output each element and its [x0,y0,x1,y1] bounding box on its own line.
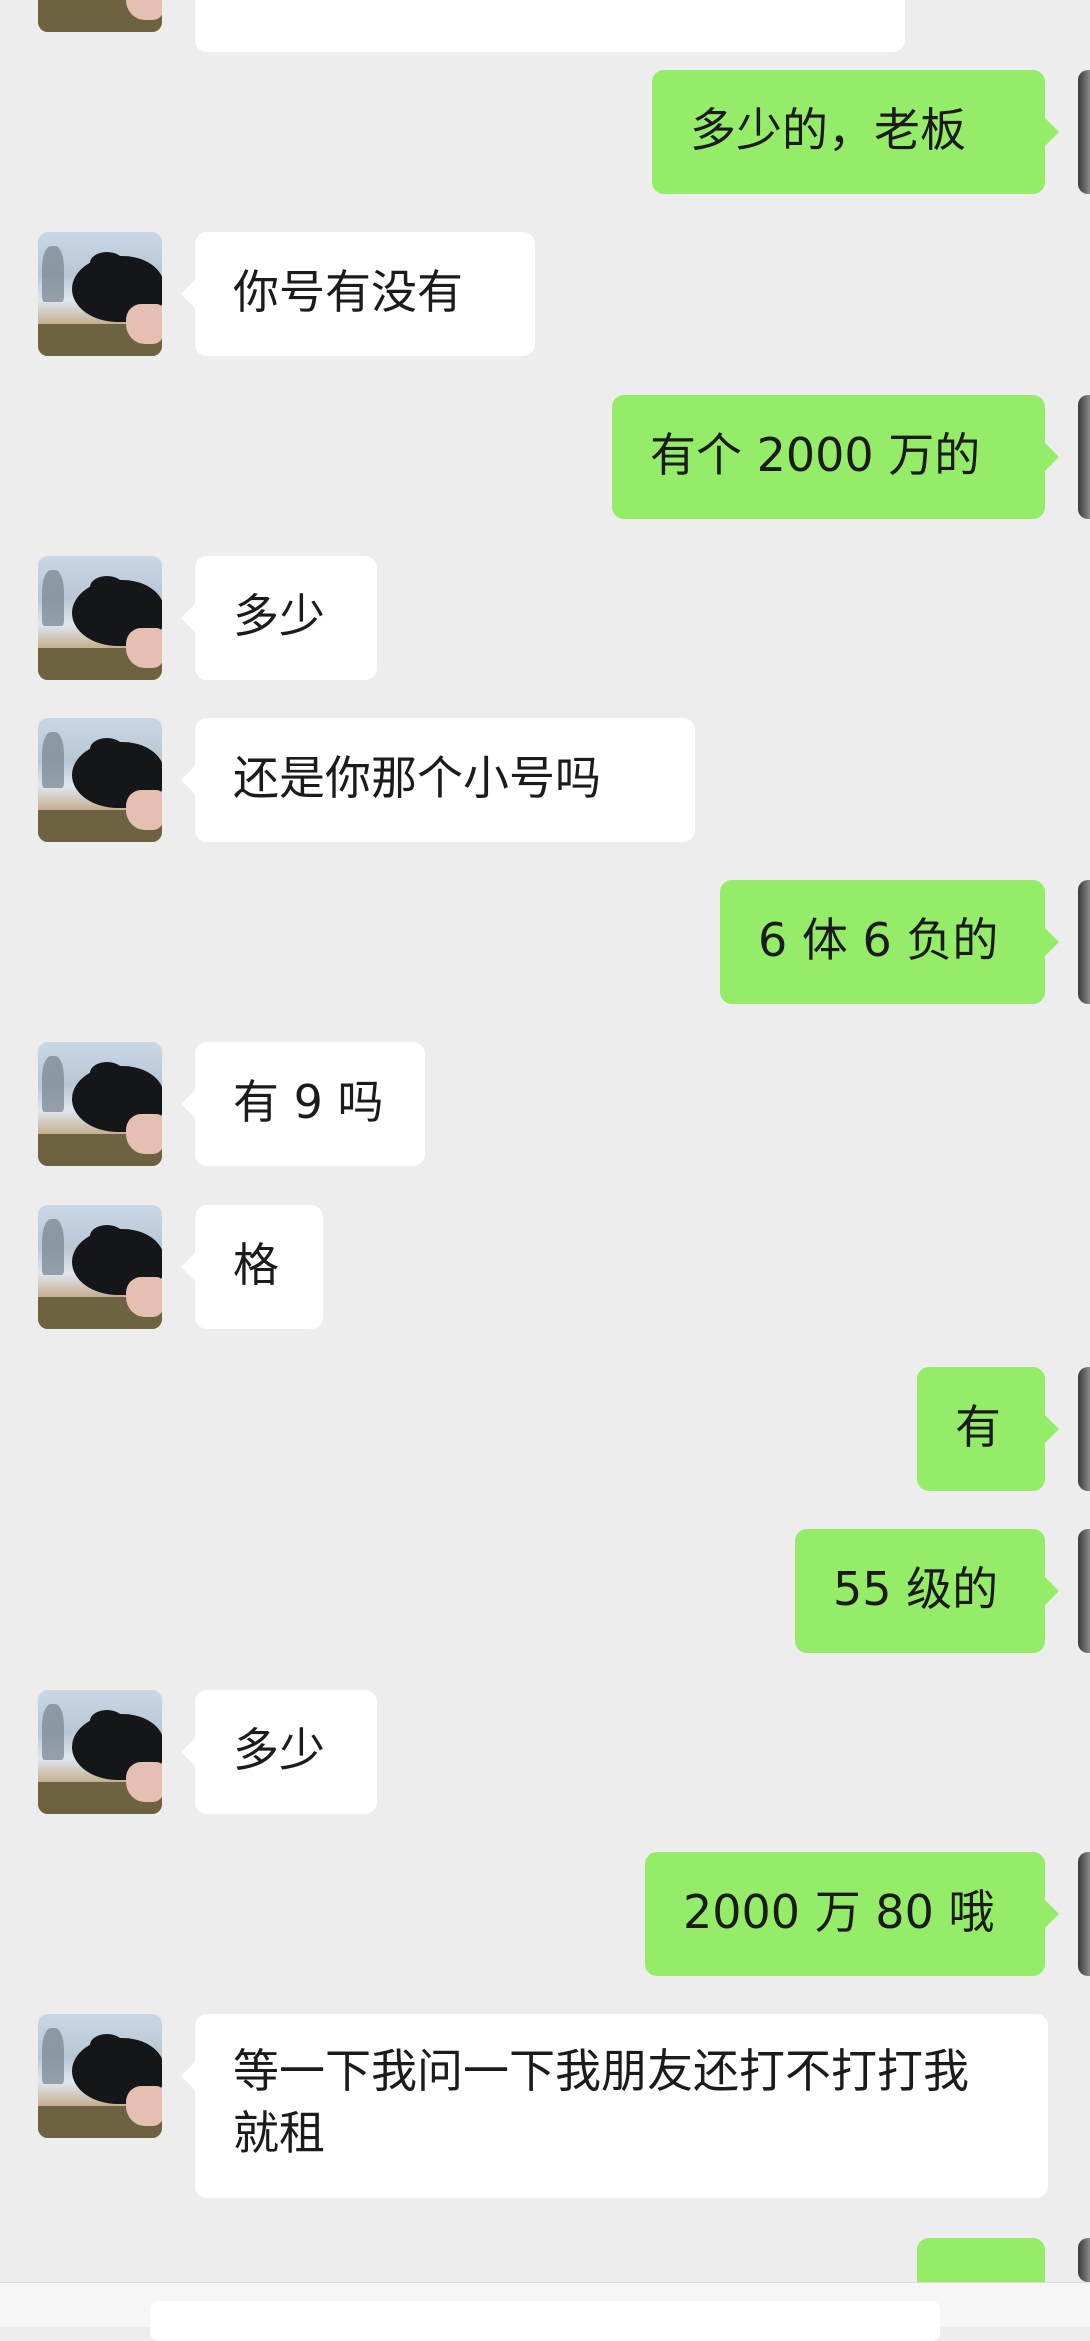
own-avatar[interactable] [1078,395,1090,519]
contact-avatar[interactable] [38,2014,162,2138]
contact-avatar[interactable] [38,1690,162,1814]
message-bubble-incoming[interactable]: 你号有没有 [181,232,535,356]
own-avatar[interactable] [1078,1852,1090,1976]
message-bubble-outgoing[interactable]: 6 体 6 负的 [720,880,1059,1004]
message-bubble-outgoing[interactable]: 多少的，老板 [652,70,1059,194]
own-avatar[interactable] [1078,880,1090,1004]
message-bubble-incoming[interactable]: 格 [181,1205,323,1329]
message-bubble-outgoing[interactable]: 55 级的 [795,1529,1059,1653]
message-bubble-outgoing[interactable]: 有 [917,1367,1059,1491]
contact-avatar[interactable] [38,1205,162,1329]
message-bubble-incoming[interactable]: 多少 [181,1690,377,1814]
contact-avatar[interactable] [38,1042,162,1166]
message-bubble-outgoing[interactable]: 2000 万 80 哦 [645,1852,1059,1976]
message-bubble-incoming[interactable]: 等一下我问一下我朋友还打不打打我就租 [181,2014,1048,2198]
contact-avatar[interactable] [38,0,162,32]
own-avatar[interactable] [1078,70,1090,194]
own-avatar[interactable] [1078,1529,1090,1653]
message-bubble-incoming[interactable]: 有 9 吗 [181,1042,425,1166]
message-input[interactable] [150,2301,940,2341]
contact-avatar[interactable] [38,556,162,680]
message-bubble-incoming[interactable] [195,0,905,52]
contact-avatar[interactable] [38,718,162,842]
contact-avatar[interactable] [38,232,162,356]
own-avatar[interactable] [1078,1367,1090,1491]
message-bubble-outgoing[interactable]: 有个 2000 万的 [612,395,1059,519]
input-bar [0,2282,1090,2341]
own-avatar[interactable] [1078,2238,1090,2282]
chat-message-list[interactable]: 多少的，老板 你号有没有 有个 2000 万的 多少 还是你那个小号吗 6 体 … [0,0,1090,2341]
message-bubble-incoming[interactable]: 多少 [181,556,377,680]
message-bubble-incoming[interactable]: 还是你那个小号吗 [181,718,695,842]
